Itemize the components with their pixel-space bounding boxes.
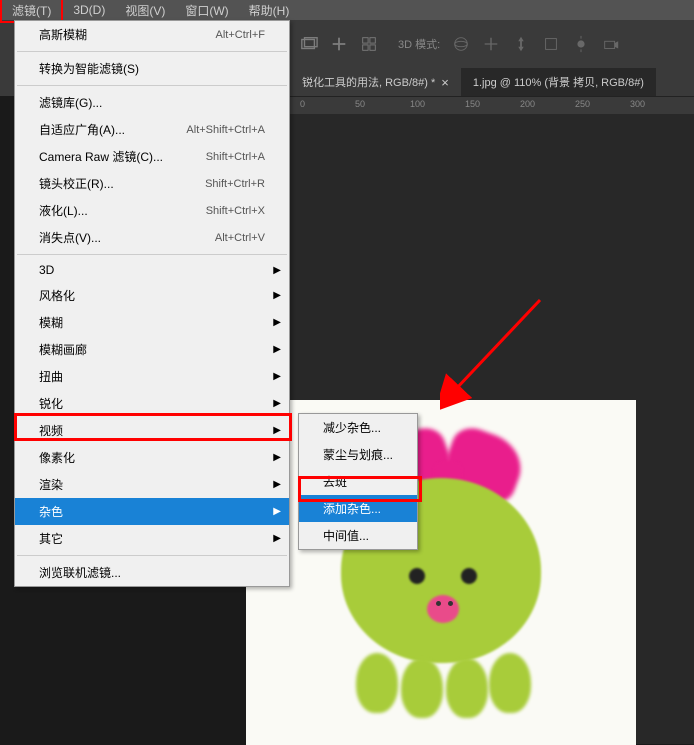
menu-item-video[interactable]: 视频▶ <box>15 417 289 444</box>
pan-icon[interactable] <box>482 35 500 53</box>
menu-item-liquify[interactable]: 液化(L)...Shift+Ctrl+X <box>15 197 289 224</box>
menu-help[interactable]: 帮助(H) <box>239 0 300 21</box>
ruler-tick: 300 <box>630 99 645 109</box>
noise-submenu: 减少杂色... 蒙尘与划痕... 去斑 添加杂色... 中间值... <box>298 413 418 550</box>
menu-item-camera-raw[interactable]: Camera Raw 滤镜(C)...Shift+Ctrl+A <box>15 143 289 170</box>
menu-item-noise[interactable]: 杂色▶ <box>15 498 289 525</box>
chevron-right-icon: ▶ <box>273 290 281 301</box>
layers-icon[interactable] <box>300 35 318 53</box>
ruler-tick: 200 <box>520 99 535 109</box>
menu-item-other[interactable]: 其它▶ <box>15 525 289 552</box>
align-icon[interactable] <box>330 35 348 53</box>
menu-item-vanishing-point[interactable]: 消失点(V)...Alt+Ctrl+V <box>15 224 289 251</box>
menu-item-stylize[interactable]: 风格化▶ <box>15 282 289 309</box>
chevron-right-icon: ▶ <box>273 533 281 544</box>
tab-document-1[interactable]: 锐化工具的用法, RGB/8#) * × <box>290 68 461 96</box>
chevron-right-icon: ▶ <box>273 371 281 382</box>
menu-item-browse-online[interactable]: 浏览联机滤镜... <box>15 559 289 586</box>
move-icon[interactable] <box>512 35 530 53</box>
tab-document-2[interactable]: 1.jpg @ 110% (背景 拷贝, RGB/8#) <box>461 68 656 96</box>
chevron-right-icon: ▶ <box>273 452 281 463</box>
menu-item-last-filter[interactable]: 高斯模糊Alt+Ctrl+F <box>15 21 289 48</box>
ruler-tick: 150 <box>465 99 480 109</box>
chevron-right-icon: ▶ <box>273 265 281 276</box>
submenu-dust-scratches[interactable]: 蒙尘与划痕... <box>299 441 417 468</box>
menu-item-render[interactable]: 渲染▶ <box>15 471 289 498</box>
menubar: 滤镜(T) 3D(D) 视图(V) 窗口(W) 帮助(H) <box>0 0 694 20</box>
submenu-add-noise[interactable]: 添加杂色... <box>299 495 417 522</box>
chevron-right-icon: ▶ <box>273 506 281 517</box>
ruler-tick: 50 <box>355 99 365 109</box>
menu-3d[interactable]: 3D(D) <box>63 1 115 19</box>
horizontal-ruler: 0 50 100 150 200 250 300 <box>290 96 694 114</box>
chevron-right-icon: ▶ <box>273 344 281 355</box>
close-icon[interactable]: × <box>441 75 449 90</box>
tab-title: 锐化工具的用法, RGB/8#) * <box>302 74 435 90</box>
ruler-tick: 0 <box>300 99 305 109</box>
menu-window[interactable]: 窗口(W) <box>175 0 238 21</box>
ruler-tick: 100 <box>410 99 425 109</box>
menu-item-smart-filter[interactable]: 转换为智能滤镜(S) <box>15 55 289 82</box>
tab-title: 1.jpg @ 110% (背景 拷贝, RGB/8#) <box>473 74 644 90</box>
camera-icon[interactable] <box>602 35 620 53</box>
grid-icon[interactable] <box>360 35 378 53</box>
chevron-right-icon: ▶ <box>273 479 281 490</box>
menu-item-distort[interactable]: 扭曲▶ <box>15 363 289 390</box>
orbit-icon[interactable] <box>452 35 470 53</box>
menu-view[interactable]: 视图(V) <box>115 0 175 21</box>
menu-item-sharpen[interactable]: 锐化▶ <box>15 390 289 417</box>
menu-item-lens-correction[interactable]: 镜头校正(R)...Shift+Ctrl+R <box>15 170 289 197</box>
menu-item-3d[interactable]: 3D▶ <box>15 258 289 282</box>
submenu-median[interactable]: 中间值... <box>299 522 417 549</box>
light-icon[interactable] <box>572 35 590 53</box>
menu-item-adaptive-wide[interactable]: 自适应广角(A)...Alt+Shift+Ctrl+A <box>15 116 289 143</box>
submenu-despeckle[interactable]: 去斑 <box>299 468 417 495</box>
submenu-reduce-noise[interactable]: 减少杂色... <box>299 414 417 441</box>
ruler-tick: 250 <box>575 99 590 109</box>
menu-item-blur[interactable]: 模糊▶ <box>15 309 289 336</box>
menu-item-filter-gallery[interactable]: 滤镜库(G)... <box>15 89 289 116</box>
menu-item-blur-gallery[interactable]: 模糊画廊▶ <box>15 336 289 363</box>
scale-icon[interactable] <box>542 35 560 53</box>
menu-item-pixelate[interactable]: 像素化▶ <box>15 444 289 471</box>
chevron-right-icon: ▶ <box>273 317 281 328</box>
chevron-right-icon: ▶ <box>273 398 281 409</box>
filter-menu-dropdown: 高斯模糊Alt+Ctrl+F 转换为智能滤镜(S) 滤镜库(G)... 自适应广… <box>14 20 290 587</box>
3d-mode-label: 3D 模式: <box>398 36 440 52</box>
chevron-right-icon: ▶ <box>273 425 281 436</box>
